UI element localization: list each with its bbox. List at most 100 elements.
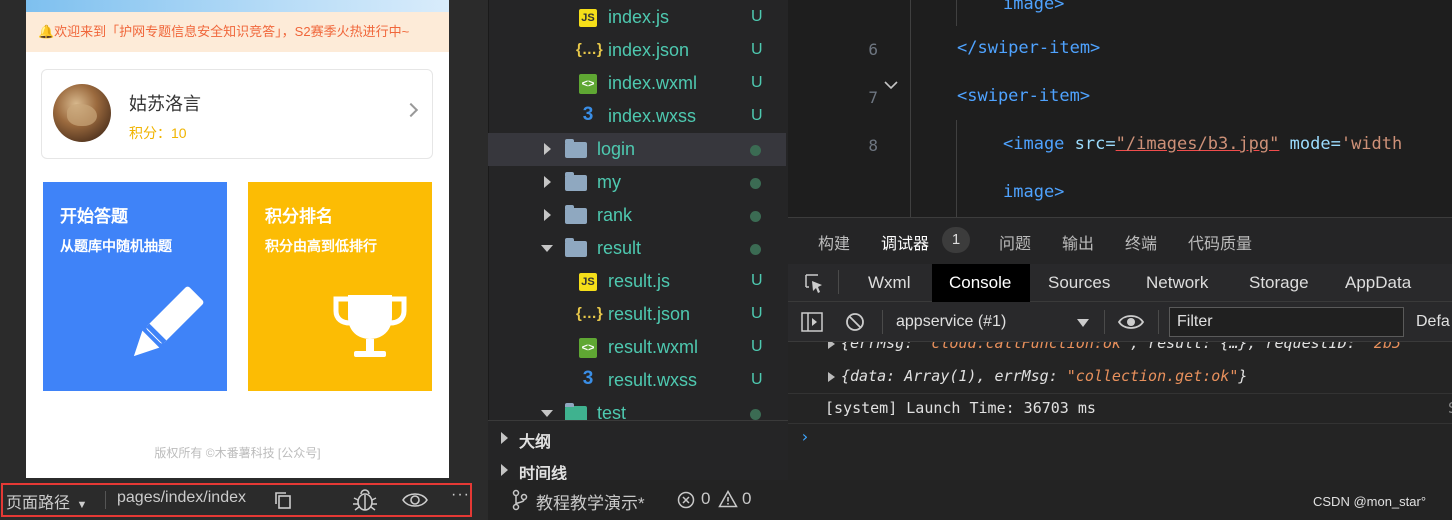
filter-input[interactable]: Filter <box>1169 307 1404 337</box>
timeline-section[interactable]: 时间线 <box>488 453 788 483</box>
folder-item[interactable]: rank <box>488 199 788 232</box>
folder-label: my <box>597 172 621 192</box>
warning-icon[interactable] <box>718 490 738 508</box>
divider <box>105 491 106 509</box>
code-token: image> <box>1003 0 1065 14</box>
code-line: <image src="/images/b3.jpg" mode='width <box>1003 134 1402 154</box>
start-quiz-tile[interactable]: 开始答题 从题库中随机抽题 <box>43 182 227 391</box>
tab-console[interactable]: Console <box>949 273 1011 293</box>
folder-label: login <box>597 139 636 159</box>
tab-wxml[interactable]: Wxml <box>868 273 910 293</box>
console-output[interactable]: {errMsg: "cloud.callFunction:ok", result… <box>788 342 1452 480</box>
error-icon[interactable] <box>677 491 695 509</box>
git-status: U <box>751 371 763 388</box>
tab-debugger[interactable]: 调试器 <box>881 230 929 254</box>
folder-icon <box>565 139 587 158</box>
eye-icon[interactable] <box>1118 313 1144 331</box>
watermark: CSDN @mon_star° <box>1313 494 1427 509</box>
file-item[interactable]: JS result.js U <box>488 265 788 298</box>
file-label: index.json <box>608 40 690 60</box>
tile-subtitle: 积分由高到低排行 <box>265 238 377 254</box>
sidebar-toggle-icon[interactable] <box>801 312 823 332</box>
phone-screen: 🔔欢迎来到「护网专题信息安全知识竞答」，S2赛季火热进行中~ 姑苏洛言 积分：1… <box>26 0 449 478</box>
file-item[interactable]: <> index.wxml U <box>488 67 788 100</box>
notice-text: 🔔欢迎来到「护网专题信息安全知识竞答」，S2赛季火热进行中~ <box>38 24 410 39</box>
expand-arrow-icon[interactable] <box>828 342 835 349</box>
file-label: index.js <box>608 7 670 27</box>
indent-guide <box>956 120 957 217</box>
folder-label: test <box>597 403 627 420</box>
git-status: U <box>751 305 763 322</box>
file-item[interactable]: {…} result.json U <box>488 298 788 331</box>
code-line: <swiper-item> <box>957 86 1090 106</box>
tab-appdata[interactable]: AppData <box>1345 273 1411 293</box>
file-item[interactable]: 3 result.wxss U <box>488 364 788 397</box>
git-branch-icon[interactable] <box>512 489 528 511</box>
divider <box>788 423 1452 424</box>
file-item[interactable]: {…} index.json U <box>488 34 788 67</box>
console-token: {errMsg: <box>841 342 923 352</box>
code-line: image> <box>1003 0 1064 14</box>
eye-icon[interactable] <box>401 491 429 509</box>
clear-console-icon[interactable] <box>845 312 865 332</box>
page-path-dropdown[interactable]: 页面路径 ▼ <box>6 489 87 513</box>
git-status: U <box>751 74 763 91</box>
bug-icon[interactable] <box>352 488 378 512</box>
tab-build[interactable]: 构建 <box>818 230 850 254</box>
code-token: <swiper-item> <box>957 86 1091 106</box>
context-select[interactable]: appservice (#1) <box>896 313 1006 331</box>
banner-image[interactable] <box>26 0 449 12</box>
code-editor[interactable]: image> 6 </swiper-item> 7 <swiper-item> … <box>788 0 1452 217</box>
console-token: "2b5 <box>1364 342 1401 352</box>
file-item[interactable]: <> result.wxml U <box>488 331 788 364</box>
console-token: , result: {…}, requestID: <box>1130 342 1365 352</box>
copy-icon[interactable] <box>273 490 293 510</box>
warning-count[interactable]: 0 <box>742 489 751 509</box>
file-label: result.wxss <box>608 370 698 390</box>
folder-label: result <box>597 238 642 258</box>
console-message[interactable]: {data: Array(1), errMsg: "collection.get… <box>828 367 1247 385</box>
tab-output[interactable]: 输出 <box>1062 230 1094 254</box>
folder-item[interactable]: login <box>488 133 786 166</box>
folder-item[interactable]: my <box>488 166 788 199</box>
code-token: "/images/b3.jpg" <box>1115 134 1280 154</box>
wxml-file-icon: <> <box>579 74 597 94</box>
line-number: 6 <box>868 40 878 59</box>
log-levels-dropdown[interactable]: Defa <box>1416 313 1450 331</box>
fold-chevron-icon[interactable] <box>884 80 898 90</box>
folder-item[interactable]: result <box>488 232 788 265</box>
tab-problems[interactable]: 问题 <box>999 230 1031 254</box>
outline-section[interactable]: 大纲 <box>488 420 788 453</box>
ranking-tile[interactable]: 积分排名 积分由高到低排行 <box>248 182 432 391</box>
chevron-right-icon <box>501 464 508 476</box>
more-icon[interactable]: ··· <box>451 486 470 504</box>
tab-storage[interactable]: Storage <box>1249 273 1309 293</box>
file-item[interactable]: JS index.js U <box>488 1 788 34</box>
console-message[interactable]: {errMsg: "cloud.callFunction:ok", result… <box>828 342 1401 352</box>
tab-sources[interactable]: Sources <box>1048 273 1110 293</box>
inspect-element-icon[interactable] <box>803 272 825 294</box>
caret-down-icon: ▼ <box>76 499 88 511</box>
file-item[interactable]: 3 index.wxss U <box>488 100 788 133</box>
expand-arrow-icon[interactable] <box>828 371 835 382</box>
line-number: 8 <box>868 136 878 155</box>
notice-bar: 🔔欢迎来到「护网专题信息安全知识竞答」，S2赛季火热进行中~ <box>26 12 449 52</box>
folder-icon <box>565 205 587 224</box>
avatar <box>53 84 111 142</box>
git-status-dot <box>750 145 761 156</box>
indent-guide <box>910 0 911 217</box>
user-card[interactable]: 姑苏洛言 积分：10 <box>41 69 433 159</box>
trophy-icon <box>333 295 407 357</box>
source-link[interactable]: S <box>1448 399 1452 417</box>
git-branch-label[interactable]: 教程教学演示* <box>536 489 645 514</box>
divider <box>838 270 839 294</box>
tab-terminal[interactable]: 终端 <box>1125 230 1157 254</box>
tab-network[interactable]: Network <box>1146 273 1208 293</box>
tab-code-quality[interactable]: 代码质量 <box>1188 230 1252 254</box>
chevron-right-icon <box>544 143 551 155</box>
error-count[interactable]: 0 <box>701 489 710 509</box>
chevron-right-icon <box>544 176 551 188</box>
console-prompt-icon[interactable]: › <box>800 427 810 446</box>
folder-item[interactable]: test <box>488 397 788 420</box>
tile-title: 开始答题 <box>60 207 128 226</box>
